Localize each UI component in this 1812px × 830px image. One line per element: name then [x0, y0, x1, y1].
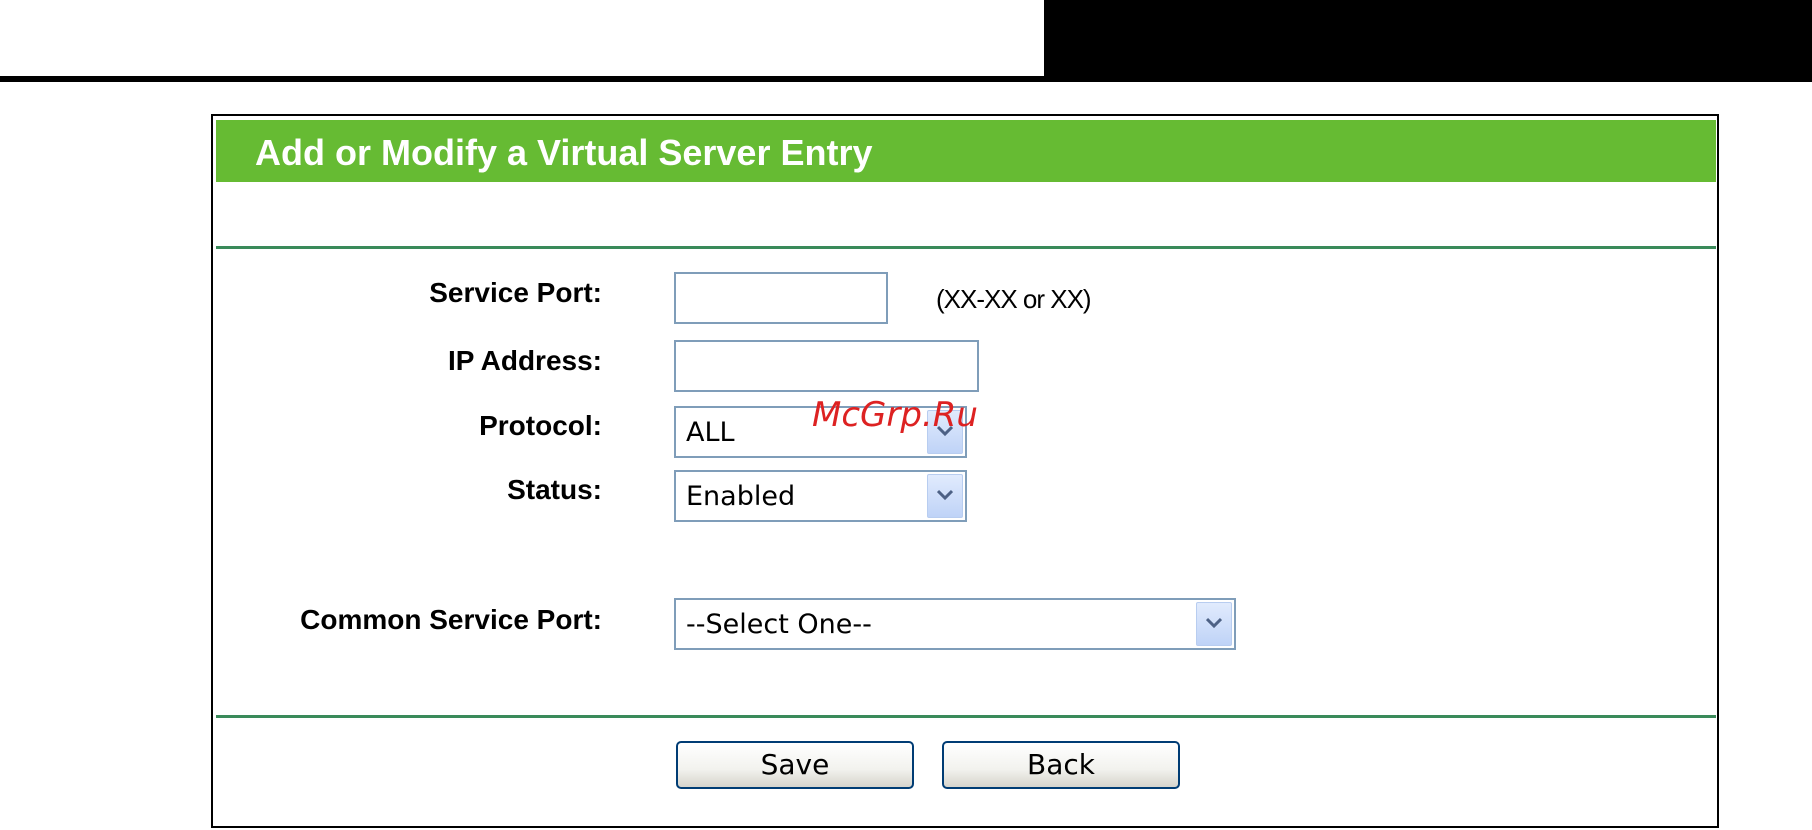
back-button[interactable]: Back [942, 741, 1180, 789]
status-label: Status: [507, 474, 602, 505]
protocol-selected-value: ALL [686, 417, 735, 448]
panel-title: Add or Modify a Virtual Server Entry [255, 132, 873, 173]
save-button[interactable]: Save [676, 741, 914, 789]
service-port-hint: (XX-XX or XX) [936, 284, 1092, 314]
common-service-port-select[interactable]: --Select One-- [674, 598, 1236, 650]
ip-address-input[interactable] [674, 340, 979, 392]
ip-address-label: IP Address: [447, 345, 602, 376]
service-port-input[interactable] [674, 272, 888, 324]
chevron-down-icon[interactable] [1196, 602, 1232, 646]
panel-header: Add or Modify a Virtual Server Entry [216, 120, 1716, 182]
service-port-label: Service Port: [429, 277, 602, 308]
common-service-port-label: Common Service Port: [300, 604, 602, 635]
status-select[interactable]: Enabled [674, 470, 967, 522]
virtual-server-panel: Add or Modify a Virtual Server Entry Ser… [211, 114, 1719, 828]
header-divider [216, 246, 1716, 249]
common-service-port-selected-value: --Select One-- [686, 609, 872, 640]
top-black-bar [1044, 0, 1812, 76]
watermark-text: McGrp.Ru [812, 395, 978, 435]
chevron-down-icon[interactable] [927, 474, 963, 518]
top-rule [0, 76, 1812, 82]
footer-divider [216, 715, 1716, 718]
protocol-label: Protocol: [479, 410, 602, 441]
status-selected-value: Enabled [686, 481, 796, 512]
